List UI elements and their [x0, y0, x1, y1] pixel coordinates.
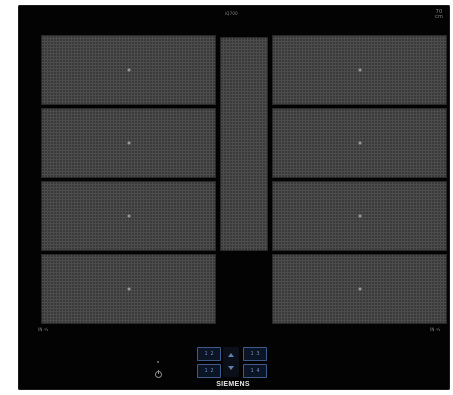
- zone-left-1[interactable]: [41, 35, 216, 105]
- zone-left-4[interactable]: [41, 254, 216, 324]
- power-icon[interactable]: [155, 370, 162, 378]
- zone-right-4[interactable]: [272, 254, 447, 324]
- zone-center-mark: [358, 141, 361, 145]
- control-panel: 1 2 1 3 1 2 1 4: [189, 343, 273, 381]
- zone-right-2[interactable]: [272, 108, 447, 178]
- control-button-bottom-right[interactable]: 1 4: [243, 364, 267, 378]
- zone-left-3[interactable]: [41, 181, 216, 251]
- zone-right-3[interactable]: [272, 181, 447, 251]
- right-side-label: IN ⁴⁄₄: [430, 327, 441, 332]
- increase-icon[interactable]: [228, 353, 234, 357]
- top-center-label: iQ700: [225, 11, 238, 16]
- zone-center-mark: [127, 68, 130, 72]
- control-button-bottom-left[interactable]: 1 2: [197, 364, 221, 378]
- left-side-label: IN ⁴⁄₄: [38, 327, 49, 332]
- zone-center-mark: [358, 68, 361, 72]
- cooktop-surface: iQ700 70 cm IN ⁴⁄₄ IN ⁴⁄₄ 1 2 1 3 1 2 1 …: [18, 5, 450, 390]
- control-button-top-left[interactable]: 1 2: [197, 347, 221, 361]
- control-center-slider[interactable]: [223, 347, 239, 377]
- zone-center-strip[interactable]: [220, 37, 268, 251]
- indicator-dot: [157, 361, 159, 363]
- size-badge: 70 cm: [435, 9, 444, 20]
- control-button-top-right[interactable]: 1 3: [243, 347, 267, 361]
- zone-right-1[interactable]: [272, 35, 447, 105]
- zone-center-mark: [358, 287, 361, 291]
- zone-left-2[interactable]: [41, 108, 216, 178]
- brand-logo: SIEMENS: [216, 381, 250, 388]
- zone-center-mark: [127, 214, 130, 218]
- zone-center-mark: [358, 214, 361, 218]
- zone-center-mark: [127, 141, 130, 145]
- decrease-icon[interactable]: [228, 366, 234, 370]
- zone-center-mark: [127, 287, 130, 291]
